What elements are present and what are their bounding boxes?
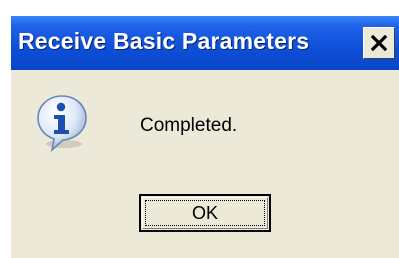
message-dialog: Receive Basic Parameters Completed. OK bbox=[11, 16, 399, 258]
message-text: Completed. bbox=[140, 115, 238, 136]
ok-button-label: OK bbox=[191, 203, 218, 223]
title-bar[interactable]: Receive Basic Parameters bbox=[11, 16, 399, 70]
close-icon bbox=[371, 35, 387, 51]
ok-button[interactable]: OK bbox=[139, 194, 271, 232]
information-icon bbox=[37, 95, 87, 152]
dialog-title: Receive Basic Parameters bbox=[18, 28, 310, 54]
close-button[interactable] bbox=[363, 27, 395, 59]
